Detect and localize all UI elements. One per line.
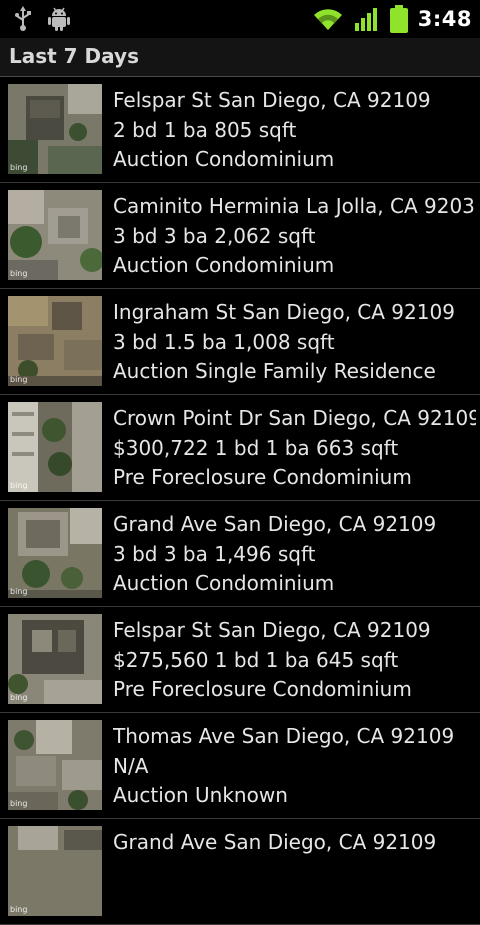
signal-icon	[354, 8, 377, 31]
wifi-icon	[313, 9, 342, 31]
listing-item[interactable]: bing Caminito Herminia La Jolla, CA 9203…	[0, 183, 480, 289]
listing-status: Auction Condominium	[113, 147, 335, 171]
listing-details: $275,560 1 bd 1 ba 645 sqft	[113, 647, 399, 672]
listing-item[interactable]: bing Felspar St San Diego, CA 92109 $275…	[0, 607, 480, 713]
listing-item[interactable]: bing Ingraham St San Diego, CA 92109 3 b…	[0, 289, 480, 395]
status-bar: 3:48	[0, 0, 480, 38]
thumbnail-watermark: bing	[10, 693, 28, 702]
listing-address: Felspar St San Diego, CA 92109	[113, 618, 431, 642]
section-header: Last 7 Days	[0, 38, 480, 77]
listing-address: Ingraham St San Diego, CA 92109	[113, 300, 455, 324]
thumbnail-watermark: bing	[10, 587, 28, 596]
thumbnail-watermark: bing	[10, 163, 28, 172]
listing-address: Thomas Ave San Diego, CA 92109	[113, 724, 455, 748]
listing-address: Felspar St San Diego, CA 92109	[113, 88, 431, 112]
property-thumbnail: bing	[8, 402, 102, 492]
battery-icon	[389, 5, 408, 33]
listing-details: 3 bd 3 ba 2,062 sqft	[113, 223, 316, 248]
listing-item[interactable]: bing Grand Ave San Diego, CA 92109 3 bd …	[0, 501, 480, 607]
clock: 3:48	[417, 7, 472, 31]
listing-item[interactable]: bing Crown Point Dr San Diego, CA 92109 …	[0, 395, 480, 501]
listing-address: Crown Point Dr San Diego, CA 92109	[113, 406, 476, 430]
thumbnail-watermark: bing	[10, 481, 28, 490]
listing-item[interactable]: bing Felspar St San Diego, CA 92109 2 bd…	[0, 77, 480, 183]
property-thumbnail: bing	[8, 826, 102, 916]
listing-status: Auction Condominium	[113, 253, 335, 277]
property-thumbnail: bing	[8, 508, 102, 598]
android-debug-icon	[48, 7, 70, 31]
listing-status: Auction Single Family Residence	[113, 359, 436, 383]
listing-status: Auction Condominium	[113, 571, 335, 595]
listing-address: Grand Ave San Diego, CA 92109	[113, 830, 437, 854]
thumbnail-watermark: bing	[10, 269, 28, 278]
listing-status: Pre Foreclosure Condominium	[113, 465, 412, 489]
listing-address: Caminito Herminia La Jolla, CA 92037	[113, 194, 476, 218]
listing-details: 2 bd 1 ba 805 sqft	[113, 117, 297, 142]
property-thumbnail: bing	[8, 296, 102, 386]
property-thumbnail: bing	[8, 614, 102, 704]
listing-address: Grand Ave San Diego, CA 92109	[113, 512, 437, 536]
listing-details: N/A	[113, 753, 149, 778]
property-thumbnail: bing	[8, 190, 102, 280]
listing-details: $300,722 1 bd 1 ba 663 sqft	[113, 435, 399, 460]
listing-item[interactable]: bing Thomas Ave San Diego, CA 92109 N/A …	[0, 713, 480, 819]
listing-details: 3 bd 3 ba 1,496 sqft	[113, 541, 316, 566]
listing-details: 3 bd 1.5 ba 1,008 sqft	[113, 329, 335, 354]
usb-icon	[15, 6, 31, 31]
listing-list[interactable]: bing Felspar St San Diego, CA 92109 2 bd…	[0, 77, 480, 925]
listing-item[interactable]: bing Grand Ave San Diego, CA 92109	[0, 819, 480, 925]
thumbnail-watermark: bing	[10, 799, 28, 808]
property-thumbnail: bing	[8, 720, 102, 810]
listing-status: Pre Foreclosure Condominium	[113, 677, 412, 701]
thumbnail-watermark: bing	[10, 375, 28, 384]
listing-status: Auction Unknown	[113, 783, 288, 807]
thumbnail-watermark: bing	[10, 905, 28, 914]
property-thumbnail: bing	[8, 84, 102, 174]
section-title: Last 7 Days	[9, 44, 139, 68]
